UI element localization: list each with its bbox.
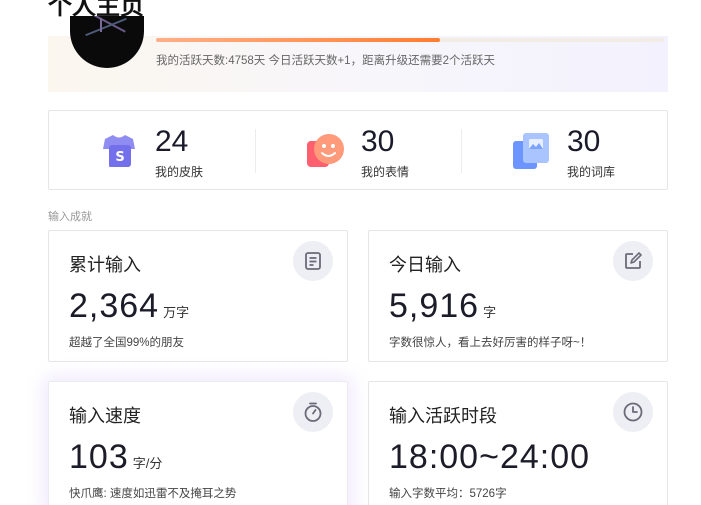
card-title: 输入速度 [69, 406, 141, 426]
stat-lexicons[interactable]: 30 我的词库 [511, 111, 661, 189]
card-note: 超越了全国99%的朋友 [69, 337, 185, 349]
card-note: 字数很惊人，看上去好厉害的样子呀~！ [389, 337, 592, 349]
card-number: 18:00~24:00 [389, 438, 591, 476]
card-note: 输入字数平均：5726字 [389, 488, 507, 500]
card-active-period[interactable]: 输入活跃时段 18:00~24:00 输入字数平均：5726字 [368, 381, 668, 505]
card-unit: 字 [483, 305, 497, 320]
edit-icon[interactable] [613, 241, 653, 281]
avatar[interactable] [70, 16, 144, 68]
stat-label: 我的表情 [361, 165, 410, 179]
stat-skins[interactable]: S 24 我的皮肤 [99, 111, 249, 189]
card-title: 输入活跃时段 [389, 406, 497, 426]
active-days-text: 我的活跃天数:4758天 今日活跃天数+1，距离升级还需要2个活跃天 [156, 55, 495, 67]
emoji-icon [307, 134, 344, 167]
stopwatch-icon[interactable] [293, 392, 333, 432]
card-title: 累计输入 [69, 255, 141, 275]
section-label: 输入成就 [48, 211, 92, 223]
profile-banner: 我的活跃天数:4758天 今日活跃天数+1，距离升级还需要2个活跃天 [48, 16, 668, 92]
card-unit: 万字 [163, 305, 190, 320]
stat-emojis[interactable]: 30 我的表情 [305, 111, 455, 189]
skin-icon: S [103, 135, 135, 167]
card-value: 2,364 万字 [69, 287, 189, 326]
card-title: 今日输入 [389, 255, 461, 275]
card-number: 5,916 [389, 287, 480, 325]
clock-icon[interactable] [613, 392, 653, 432]
document-icon[interactable] [293, 241, 333, 281]
stat-value: 24 [155, 125, 189, 158]
divider [461, 129, 462, 173]
card-value: 5,916 字 [389, 287, 496, 326]
stats-card: S 24 我的皮肤 30 我的表情 30 我的词库 [48, 110, 668, 190]
stat-value: 30 [567, 125, 601, 158]
level-progress-fill [156, 38, 441, 42]
stat-label: 我的词库 [567, 165, 616, 179]
card-note: 快爪鹰: 速度如迅雷不及掩耳之势 [69, 488, 237, 500]
card-today-input[interactable]: 今日输入 5,916 字 字数很惊人，看上去好厉害的样子呀~！ [368, 230, 668, 362]
svg-text:S: S [115, 150, 124, 165]
lexicon-icon [513, 133, 549, 169]
card-number: 2,364 [69, 287, 160, 325]
stat-label: 我的皮肤 [155, 165, 204, 179]
card-input-speed[interactable]: 输入速度 103 字/分 快爪鹰: 速度如迅雷不及掩耳之势 [48, 381, 348, 505]
divider [255, 129, 256, 173]
card-value: 18:00~24:00 [389, 438, 594, 477]
stat-value: 30 [361, 125, 395, 158]
card-unit: 字/分 [132, 456, 163, 471]
level-progress-bar [156, 38, 664, 42]
card-total-input[interactable]: 累计输入 2,364 万字 超越了全国99%的朋友 [48, 230, 348, 362]
card-number: 103 [69, 438, 129, 476]
card-value: 103 字/分 [69, 438, 162, 477]
